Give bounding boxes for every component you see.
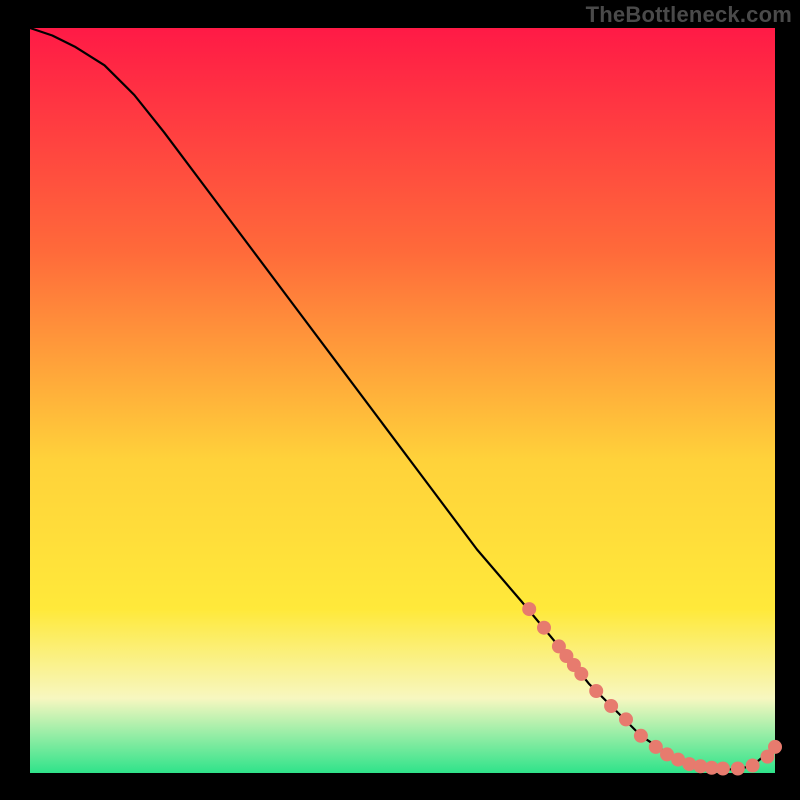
chart-stage: { "watermark": "TheBottleneck.com", "col… — [0, 0, 800, 800]
marker-point — [634, 729, 648, 743]
marker-point — [537, 621, 551, 635]
marker-point — [574, 667, 588, 681]
marker-point — [768, 740, 782, 754]
marker-point — [746, 759, 760, 773]
chart-svg — [0, 0, 800, 800]
marker-point — [731, 762, 745, 776]
marker-point — [604, 699, 618, 713]
marker-point — [716, 762, 730, 776]
marker-point — [589, 684, 603, 698]
marker-point — [522, 602, 536, 616]
gradient-background — [30, 28, 775, 773]
marker-point — [619, 712, 633, 726]
